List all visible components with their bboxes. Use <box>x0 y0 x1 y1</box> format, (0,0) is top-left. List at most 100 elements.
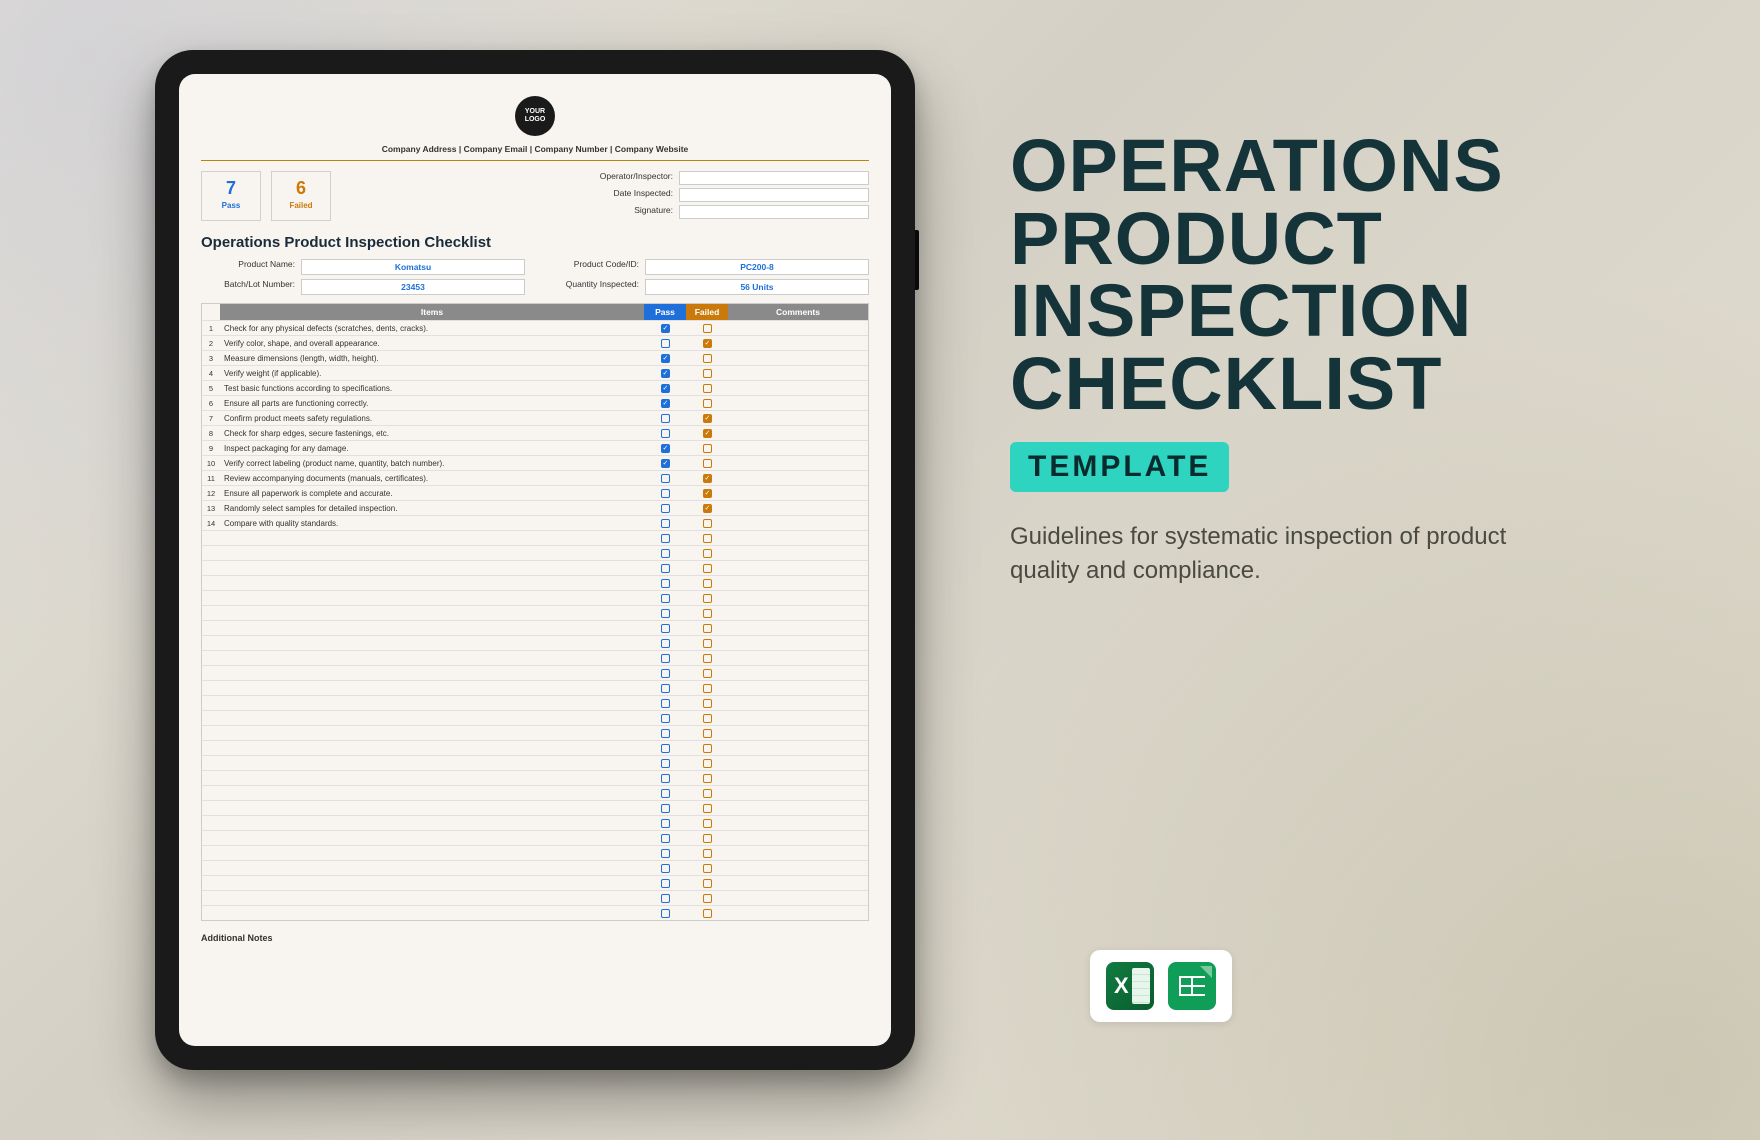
pass-checkbox[interactable] <box>661 459 670 468</box>
pass-checkbox[interactable] <box>661 609 670 618</box>
row-item-text[interactable] <box>220 581 644 585</box>
fail-checkbox[interactable] <box>703 369 712 378</box>
row-item-text[interactable] <box>220 851 644 855</box>
fail-checkbox[interactable] <box>703 879 712 888</box>
fail-checkbox[interactable] <box>703 834 712 843</box>
fail-checkbox[interactable] <box>703 399 712 408</box>
fail-checkbox[interactable] <box>703 519 712 528</box>
fail-checkbox[interactable] <box>703 384 712 393</box>
pass-checkbox[interactable] <box>661 669 670 678</box>
row-item-text[interactable] <box>220 671 644 675</box>
row-item-text[interactable] <box>220 686 644 690</box>
fail-checkbox[interactable] <box>703 339 712 348</box>
pass-checkbox[interactable] <box>661 774 670 783</box>
pass-checkbox[interactable] <box>661 549 670 558</box>
pass-checkbox[interactable] <box>661 564 670 573</box>
pass-checkbox[interactable] <box>661 594 670 603</box>
row-item-text[interactable] <box>220 566 644 570</box>
pass-checkbox[interactable] <box>661 339 670 348</box>
fail-checkbox[interactable] <box>703 609 712 618</box>
pass-checkbox[interactable] <box>661 369 670 378</box>
pass-checkbox[interactable] <box>661 624 670 633</box>
pass-checkbox[interactable] <box>661 354 670 363</box>
row-item-text[interactable] <box>220 596 644 600</box>
fail-checkbox[interactable] <box>703 909 712 918</box>
fail-checkbox[interactable] <box>703 504 712 513</box>
fail-checkbox[interactable] <box>703 729 712 738</box>
row-item-text[interactable] <box>220 746 644 750</box>
pass-checkbox[interactable] <box>661 714 670 723</box>
fail-checkbox[interactable] <box>703 624 712 633</box>
fail-checkbox[interactable] <box>703 324 712 333</box>
google-sheets-icon[interactable] <box>1168 962 1216 1010</box>
fail-checkbox[interactable] <box>703 489 712 498</box>
row-item-text[interactable] <box>220 761 644 765</box>
fail-checkbox[interactable] <box>703 789 712 798</box>
row-item-text[interactable] <box>220 536 644 540</box>
fail-checkbox[interactable] <box>703 699 712 708</box>
row-item-text[interactable] <box>220 776 644 780</box>
signature-input[interactable] <box>679 205 869 219</box>
pass-checkbox[interactable] <box>661 819 670 828</box>
fail-checkbox[interactable] <box>703 684 712 693</box>
fail-checkbox[interactable] <box>703 894 712 903</box>
pass-checkbox[interactable] <box>661 639 670 648</box>
row-item-text[interactable] <box>220 881 644 885</box>
pass-checkbox[interactable] <box>661 504 670 513</box>
row-item-text[interactable] <box>220 791 644 795</box>
fail-checkbox[interactable] <box>703 864 712 873</box>
pass-checkbox[interactable] <box>661 909 670 918</box>
pass-checkbox[interactable] <box>661 879 670 888</box>
batch-value[interactable]: 23453 <box>301 279 525 295</box>
pass-checkbox[interactable] <box>661 654 670 663</box>
fail-checkbox[interactable] <box>703 849 712 858</box>
fail-checkbox[interactable] <box>703 534 712 543</box>
pass-checkbox[interactable] <box>661 864 670 873</box>
fail-checkbox[interactable] <box>703 444 712 453</box>
pass-checkbox[interactable] <box>661 384 670 393</box>
pass-checkbox[interactable] <box>661 759 670 768</box>
fail-checkbox[interactable] <box>703 654 712 663</box>
fail-checkbox[interactable] <box>703 459 712 468</box>
fail-checkbox[interactable] <box>703 759 712 768</box>
row-item-text[interactable] <box>220 911 644 915</box>
pass-checkbox[interactable] <box>661 519 670 528</box>
qty-value[interactable]: 56 Units <box>645 279 869 295</box>
row-item-text[interactable] <box>220 716 644 720</box>
pass-checkbox[interactable] <box>661 489 670 498</box>
row-item-text[interactable] <box>220 551 644 555</box>
pass-checkbox[interactable] <box>661 834 670 843</box>
row-item-text[interactable] <box>220 641 644 645</box>
row-item-text[interactable] <box>220 611 644 615</box>
pass-checkbox[interactable] <box>661 729 670 738</box>
row-item-text[interactable] <box>220 821 644 825</box>
fail-checkbox[interactable] <box>703 594 712 603</box>
row-item-text[interactable] <box>220 866 644 870</box>
product-code-value[interactable]: PC200-8 <box>645 259 869 275</box>
pass-checkbox[interactable] <box>661 399 670 408</box>
pass-checkbox[interactable] <box>661 684 670 693</box>
fail-checkbox[interactable] <box>703 474 712 483</box>
product-name-value[interactable]: Komatsu <box>301 259 525 275</box>
fail-checkbox[interactable] <box>703 714 712 723</box>
pass-checkbox[interactable] <box>661 429 670 438</box>
fail-checkbox[interactable] <box>703 549 712 558</box>
row-item-text[interactable] <box>220 626 644 630</box>
row-item-text[interactable] <box>220 806 644 810</box>
date-input[interactable] <box>679 188 869 202</box>
fail-checkbox[interactable] <box>703 564 712 573</box>
fail-checkbox[interactable] <box>703 414 712 423</box>
pass-checkbox[interactable] <box>661 849 670 858</box>
pass-checkbox[interactable] <box>661 744 670 753</box>
row-item-text[interactable] <box>220 896 644 900</box>
operator-input[interactable] <box>679 171 869 185</box>
fail-checkbox[interactable] <box>703 819 712 828</box>
pass-checkbox[interactable] <box>661 474 670 483</box>
excel-icon[interactable] <box>1106 962 1154 1010</box>
row-item-text[interactable] <box>220 731 644 735</box>
pass-checkbox[interactable] <box>661 894 670 903</box>
fail-checkbox[interactable] <box>703 774 712 783</box>
fail-checkbox[interactable] <box>703 354 712 363</box>
pass-checkbox[interactable] <box>661 444 670 453</box>
pass-checkbox[interactable] <box>661 699 670 708</box>
